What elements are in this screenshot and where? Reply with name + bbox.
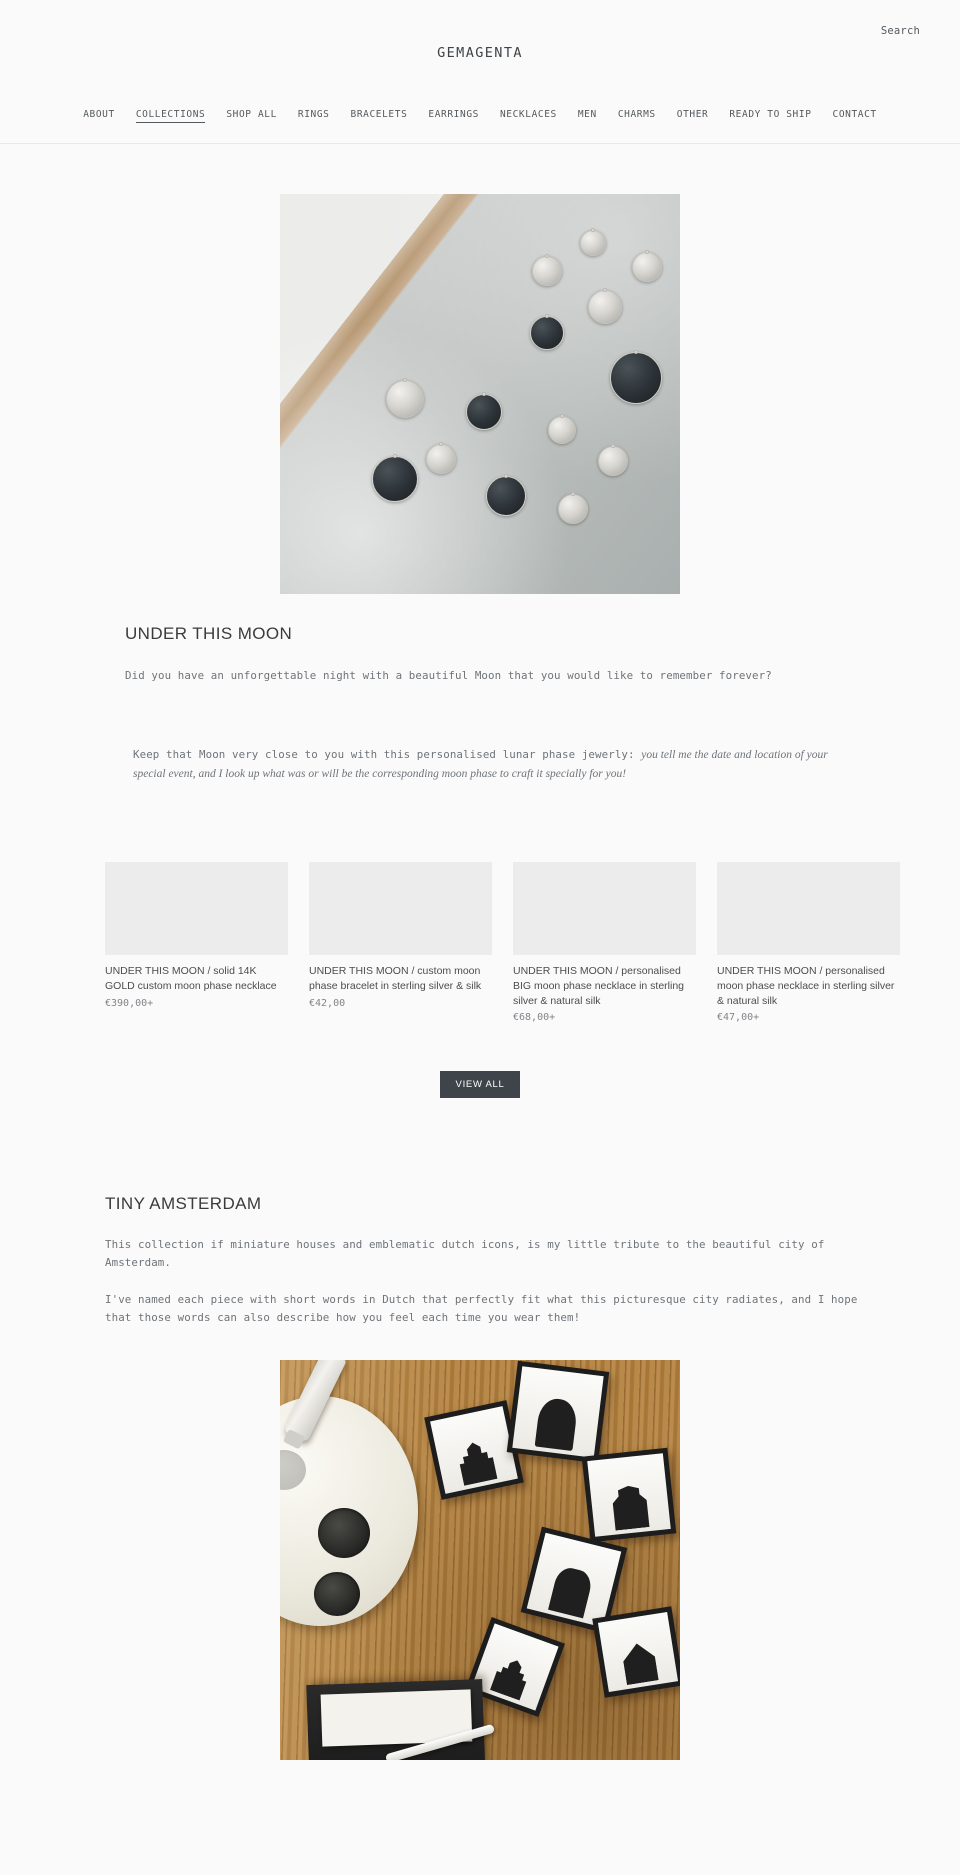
moon-charm	[580, 228, 606, 256]
product-thumbnail[interactable]	[309, 861, 492, 955]
charm-bail	[571, 492, 575, 496]
palette-well	[318, 1508, 370, 1559]
nav-item-contact[interactable]: CONTACT	[833, 109, 877, 122]
moon-charm	[372, 454, 418, 502]
product-card[interactable]: UNDER THIS MOON / solid 14K GOLD custom …	[105, 861, 288, 1024]
subtext-mono-part: Keep that Moon very close to you with th…	[133, 748, 635, 762]
product-price: €42,00	[309, 997, 346, 1009]
moon-charm	[588, 288, 622, 324]
palette-well	[280, 1450, 306, 1491]
charm-bail	[403, 378, 407, 382]
tile-face	[512, 1366, 604, 1459]
main-navigation: ABOUT COLLECTIONS SHOP ALL RINGS BRACELETS EA…	[0, 88, 960, 144]
charm-bail	[645, 250, 649, 254]
house-silhouette	[548, 1565, 595, 1619]
product-thumbnail[interactable]	[105, 861, 288, 955]
section-under-this-moon: UNDER THIS MOON Did you have an unforget…	[0, 144, 960, 1099]
house-silhouette	[456, 1439, 498, 1486]
house-silhouette	[621, 1641, 659, 1685]
charm-bail	[634, 350, 638, 354]
moon-charm	[610, 350, 662, 404]
moon-charm	[426, 442, 456, 474]
moon-charm	[632, 250, 662, 282]
tiny-amsterdam-paragraph-2: I've named each piece with short words i…	[105, 1293, 858, 1324]
product-thumbnail[interactable]	[513, 861, 696, 955]
view-all-wrap: VIEW ALL	[0, 1071, 960, 1099]
amsterdam-tiles-photo	[280, 1360, 680, 1761]
palette-well	[314, 1572, 360, 1617]
search-link[interactable]: Search	[881, 25, 920, 37]
nav-item-charms[interactable]: CHARMS	[618, 109, 656, 122]
under-this-moon-lead: Did you have an unforgettable night with…	[125, 669, 772, 682]
charm-bail	[393, 454, 397, 458]
notebook	[306, 1679, 486, 1761]
house-silhouette	[534, 1397, 579, 1452]
moon-charm	[558, 492, 588, 524]
moon-charm	[486, 474, 526, 516]
nav-item-ready-to-ship[interactable]: READY TO SHIP	[729, 109, 811, 122]
under-this-moon-title: UNDER THIS MOON	[125, 624, 293, 643]
product-title: UNDER THIS MOON / personalised moon phas…	[717, 964, 895, 1007]
nav-list: ABOUT COLLECTIONS SHOP ALL RINGS BRACELETS EA…	[83, 109, 877, 123]
product-title: UNDER THIS MOON / personalised BIG moon …	[513, 964, 685, 1007]
moon-charm	[530, 314, 564, 350]
amsterdam-image-wrap	[0, 1360, 960, 1761]
nav-item-collections[interactable]: COLLECTIONS	[135, 109, 206, 123]
moon-charm	[386, 378, 424, 418]
product-card[interactable]: UNDER THIS MOON / personalised moon phas…	[717, 861, 900, 1024]
charm-bail	[560, 414, 564, 418]
tile-face	[526, 1533, 622, 1628]
charm-bail	[591, 228, 595, 232]
nav-item-necklaces[interactable]: NECKLACES	[500, 109, 557, 122]
amsterdam-tile	[506, 1361, 610, 1464]
nav-item-men[interactable]: MEN	[578, 109, 597, 122]
house-silhouette	[490, 1655, 532, 1701]
moon-charm	[548, 414, 576, 444]
product-price: €47,00+	[717, 1012, 760, 1024]
nav-item-other[interactable]: OTHER	[677, 109, 709, 122]
moon-charms-photo	[280, 194, 680, 594]
tiny-amsterdam-title: TINY AMSTERDAM	[105, 1194, 262, 1214]
moon-charm	[466, 392, 502, 430]
charm-bail	[439, 442, 443, 446]
charm-bail	[545, 254, 549, 258]
product-thumbnail[interactable]	[717, 861, 900, 955]
nav-item-earrings[interactable]: EARRINGS	[428, 109, 479, 122]
site-brand-logo[interactable]: GEMAGENTA	[0, 45, 960, 61]
page-root: Search GEMAGENTA ABOUT COLLECTIONS SHOP AL…	[0, 0, 960, 1761]
charm-bail	[611, 444, 615, 448]
house-silhouette	[611, 1484, 650, 1531]
charm-bail	[504, 474, 508, 478]
charm-bail	[482, 392, 486, 396]
nav-item-rings[interactable]: RINGS	[298, 109, 330, 122]
nav-item-about[interactable]: ABOUT	[83, 109, 115, 122]
product-card[interactable]: UNDER THIS MOON / custom moon phase brac…	[309, 861, 492, 1024]
amsterdam-tile	[592, 1606, 680, 1699]
charm-bail	[545, 314, 549, 318]
product-price: €390,00+	[105, 997, 154, 1009]
site-header: Search GEMAGENTA	[0, 0, 960, 88]
under-this-moon-subtext: Keep that Moon very close to you with th…	[133, 746, 845, 783]
section-tiny-amsterdam: TINY AMSTERDAM This collection if miniat…	[0, 1098, 960, 1761]
moon-hero-image-wrap	[0, 144, 960, 594]
amsterdam-tile	[581, 1448, 677, 1543]
moon-charm	[532, 254, 562, 286]
tile-face	[597, 1612, 679, 1693]
tile-face	[430, 1406, 518, 1495]
nav-item-bracelets[interactable]: BRACELETS	[351, 109, 408, 122]
view-all-button[interactable]: VIEW ALL	[439, 1071, 521, 1099]
product-card[interactable]: UNDER THIS MOON / personalised BIG moon …	[513, 861, 696, 1024]
product-price: €68,00+	[513, 1012, 556, 1024]
charm-bail	[603, 288, 607, 292]
tiny-amsterdam-paragraph-1: This collection if miniature houses and …	[105, 1238, 825, 1269]
product-title: UNDER THIS MOON / custom moon phase brac…	[309, 964, 482, 992]
product-grid: UNDER THIS MOON / solid 14K GOLD custom …	[105, 861, 960, 1024]
product-title: UNDER THIS MOON / solid 14K GOLD custom …	[105, 964, 277, 992]
nav-item-shop-all[interactable]: SHOP ALL	[226, 109, 277, 122]
moon-charm	[598, 444, 628, 476]
under-this-moon-text: UNDER THIS MOON Did you have an unforget…	[0, 594, 960, 784]
tile-face	[587, 1453, 671, 1538]
